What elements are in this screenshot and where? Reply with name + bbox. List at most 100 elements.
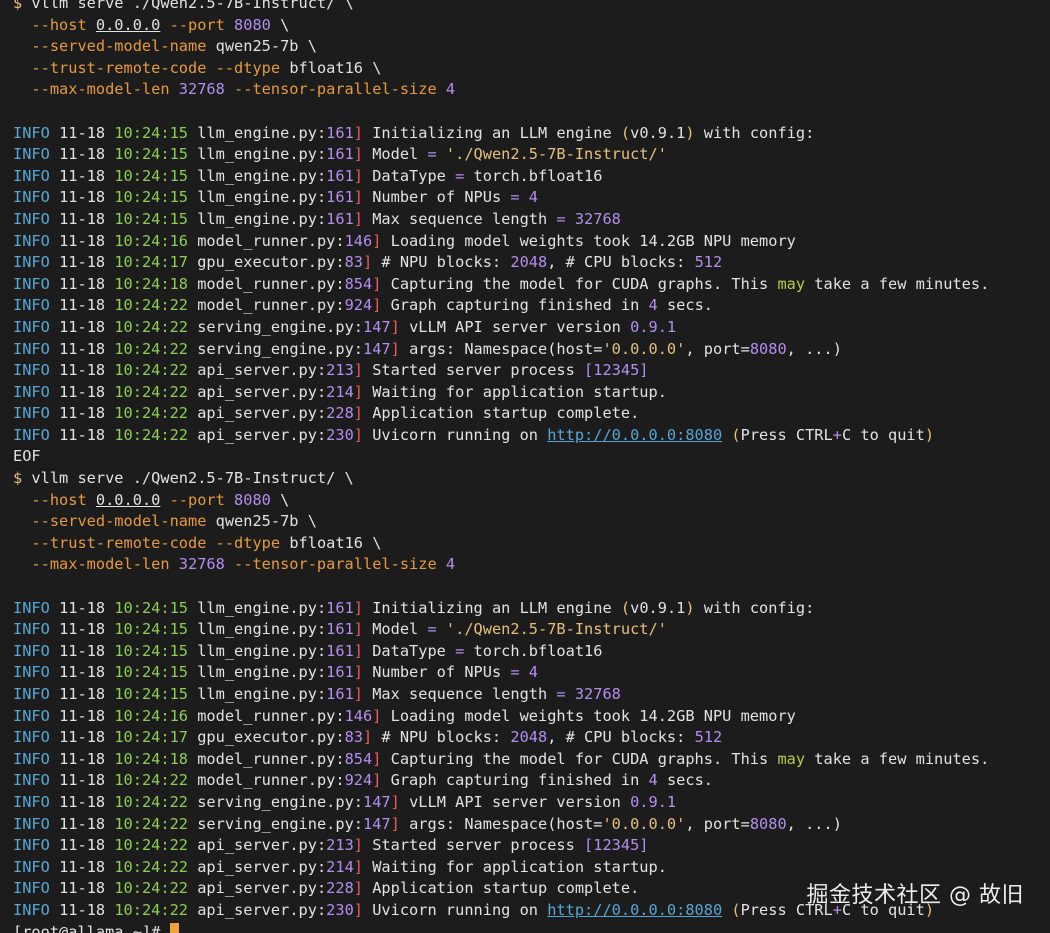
terminal-text-segment: 10:24:22: [114, 792, 198, 811]
terminal-line: INFO 11-18 10:24:22 api_server.py:213] S…: [13, 835, 989, 857]
terminal-text-segment: serving_engine.py:: [197, 339, 363, 358]
terminal-text-segment: ]: [353, 857, 373, 876]
terminal-window[interactable]: $ vllm serve ./Qwen2.5-7B-Instruct/ \ --…: [0, 0, 1050, 933]
terminal-text-segment: INFO: [13, 685, 60, 703]
terminal-text-segment: --port: [169, 15, 235, 34]
terminal-text-segment: 10:24:22: [114, 836, 198, 855]
terminal-text-segment: , ...): [786, 814, 842, 833]
terminal-text-segment: llm_engine.py:: [197, 641, 327, 660]
terminal-text-segment: 8080: [234, 490, 271, 509]
terminal-text-segment: , ...): [786, 339, 842, 358]
terminal-text-segment: ]: [353, 145, 373, 164]
terminal-text-segment: 146: [344, 231, 373, 250]
terminal-text-segment: Application startup complete.: [372, 404, 640, 423]
terminal-text-segment: ]: [372, 231, 391, 250]
terminal-text-segment: 10:24:15: [114, 685, 198, 703]
terminal-text-segment: 10:24:16: [114, 231, 198, 250]
terminal-text-segment: \: [270, 490, 290, 509]
terminal-text-segment: gpu_executor.py:: [197, 728, 345, 747]
terminal-text-segment: 11-18: [59, 749, 115, 768]
terminal-text-segment: 10:24:15: [114, 641, 198, 660]
shell-prompt-line[interactable]: [root@allama ~]#: [13, 922, 989, 933]
terminal-text-segment: 147: [363, 317, 391, 336]
terminal-text-segment: =: [427, 620, 446, 639]
terminal-text-segment[interactable]: http://0.0.0.0:8080: [547, 426, 722, 444]
terminal-text-segment: 854: [344, 749, 373, 768]
terminal-text-segment: ]: [353, 836, 373, 855]
terminal-text-segment: v0.9.1: [630, 123, 686, 142]
terminal-text-segment: 11-18: [59, 685, 115, 703]
terminal-line: INFO 11-18 10:24:16 model_runner.py:146]…: [13, 706, 989, 728]
terminal-line: INFO 11-18 10:24:15 llm_engine.py:161] N…: [13, 187, 989, 209]
terminal-text-segment: 8080: [749, 339, 787, 358]
terminal-text-segment: 924: [344, 771, 373, 790]
terminal-text-segment: INFO: [13, 253, 60, 272]
terminal-text-segment: , # CPU blocks:: [547, 728, 695, 747]
terminal-text-segment: 8080: [749, 814, 787, 833]
terminal-text-segment: (: [731, 900, 741, 919]
terminal-text-segment: INFO: [13, 792, 60, 811]
terminal-text-segment: =: [427, 145, 446, 164]
terminal-text-segment: 10:24:17: [114, 728, 198, 747]
terminal-text-segment: , port=: [685, 814, 750, 833]
terminal-text-segment: ]: [353, 166, 373, 185]
terminal-text-segment: 161: [326, 188, 354, 207]
terminal-text-segment: =: [455, 641, 474, 660]
terminal-text-segment: ]: [353, 382, 373, 401]
terminal-line: INFO 11-18 10:24:22 serving_engine.py:14…: [13, 814, 989, 836]
terminal-text-segment: ]: [353, 361, 373, 380]
terminal-line: INFO 11-18 10:24:17 gpu_executor.py:83] …: [13, 252, 989, 274]
terminal-text-segment: 11-18: [59, 296, 115, 315]
terminal-text-segment: 11-18: [59, 404, 115, 423]
terminal-text-segment: Graph capturing finished in: [390, 771, 649, 790]
terminal-text-segment: with config:: [694, 123, 815, 142]
terminal-text-segment: $: [13, 469, 32, 488]
terminal-text-segment: ): [685, 598, 695, 617]
terminal-text-segment: ]: [353, 641, 373, 660]
terminal-text-segment: serving_engine.py:: [197, 814, 363, 833]
terminal-text-segment: 0.9.1: [630, 317, 677, 336]
terminal-output: $ vllm serve ./Qwen2.5-7B-Instruct/ \ --…: [13, 0, 989, 933]
terminal-text-segment: ]: [353, 620, 373, 639]
terminal-text-segment: 11-18: [59, 425, 115, 444]
terminal-text-segment: 10:24:18: [114, 274, 198, 293]
terminal-text-segment: 11-18: [59, 857, 115, 876]
terminal-text-segment: llm_engine.py:: [197, 598, 327, 617]
terminal-text-segment: --port: [169, 490, 235, 509]
terminal-line: $ vllm serve ./Qwen2.5-7B-Instruct/ \: [13, 468, 989, 490]
terminal-text-segment: secs.: [657, 296, 713, 315]
terminal-text-segment: # NPU blocks:: [381, 728, 511, 747]
terminal-text-segment: 10:24:15: [114, 663, 198, 682]
terminal-text-segment: args: Namespace(host=: [409, 339, 603, 358]
terminal-text-segment: ): [924, 425, 935, 444]
terminal-text-segment: 11-18: [59, 900, 115, 919]
terminal-text-segment: --tensor-parallel-size: [234, 80, 446, 99]
terminal-text-segment: model_runner.py:: [197, 771, 345, 790]
watermark: 掘金技术社区 @ 故旧: [806, 883, 1024, 908]
terminal-text-segment: --served-model-name: [31, 37, 216, 56]
terminal-line: INFO 11-18 10:24:22 api_server.py:213] S…: [13, 360, 989, 382]
terminal-text-segment: vLLM API server version: [409, 792, 631, 811]
terminal-text-segment: INFO: [13, 339, 60, 358]
terminal-line: INFO 11-18 10:24:15 llm_engine.py:161] I…: [13, 598, 989, 620]
terminal-text-segment: ]: [353, 404, 373, 423]
terminal-text-segment: 32768: [574, 209, 621, 228]
terminal-text-segment: (: [731, 425, 741, 444]
terminal-text-segment: 854: [344, 274, 373, 293]
terminal-text-segment: =: [556, 209, 575, 228]
terminal-text-segment: , # CPU blocks:: [547, 253, 695, 272]
terminal-text-segment: 10:24:22: [114, 404, 198, 423]
terminal-text-segment: 10:24:22: [114, 382, 198, 401]
terminal-text-segment: 83: [344, 728, 363, 747]
terminal-text-segment: llm_engine.py:: [197, 166, 327, 185]
terminal-text-segment: './Qwen2.5-7B-Instruct/': [445, 620, 667, 639]
terminal-text-segment: Waiting for application startup.: [372, 857, 667, 876]
terminal-text-segment[interactable]: http://0.0.0.0:8080: [547, 901, 722, 919]
terminal-line: $ vllm serve ./Qwen2.5-7B-Instruct/ \: [13, 0, 989, 15]
terminal-text-segment: , port=: [685, 339, 750, 358]
terminal-text-segment: llm_engine.py:: [197, 209, 327, 228]
